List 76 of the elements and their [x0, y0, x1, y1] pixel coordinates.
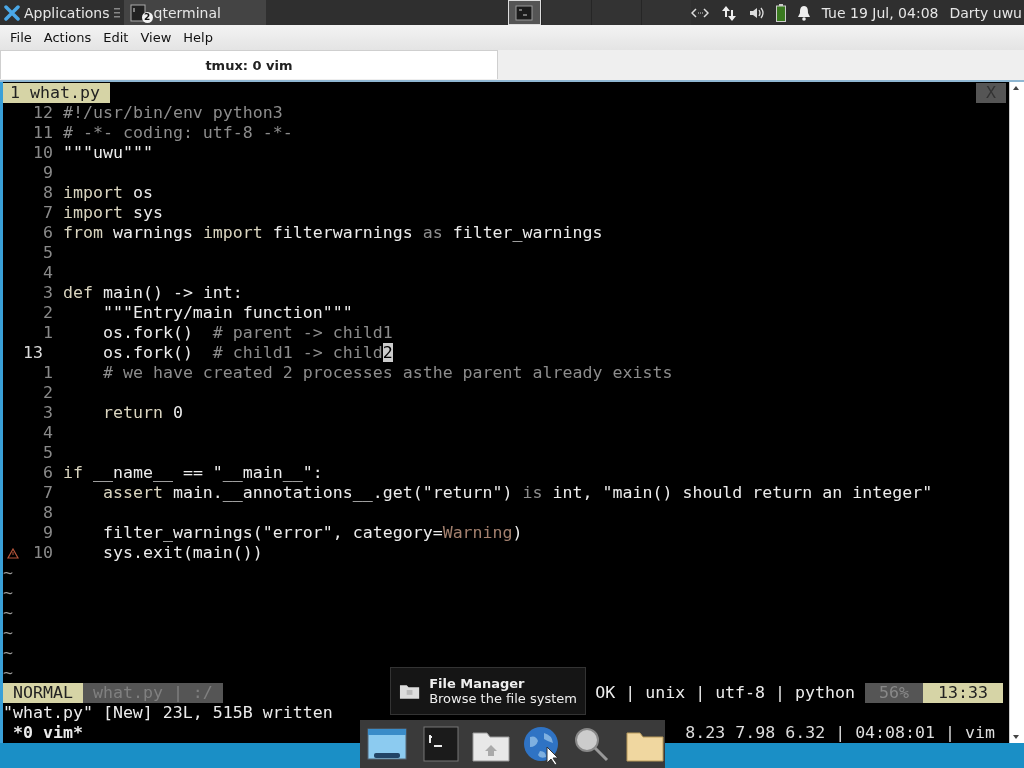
line-number: 1: [42, 323, 53, 343]
file-info: OK | unix | utf-8 | python: [595, 683, 856, 703]
menu-item[interactable]: File: [4, 28, 38, 47]
command-message: "what.py" [New] 23L, 515B written: [3, 703, 333, 723]
code-line: def main() -> int:: [63, 283, 243, 303]
code-line: from warnings import filterwarnings as filter_warnings: [63, 223, 603, 243]
line-number: 3: [42, 403, 53, 423]
line-number: 2: [42, 303, 53, 323]
terminal-icon: [515, 4, 534, 21]
code-line: os.fork() # parent -> child1: [101, 323, 393, 343]
terminal-icon: [129, 3, 146, 22]
empty-line-marker: ~: [3, 583, 13, 603]
clock[interactable]: Tue 19 Jul, 04:08: [821, 4, 939, 21]
tmux-status-info: 8.23 7.98 6.32 | 04:08:01 | vim: [685, 723, 996, 743]
line-number: 8: [42, 503, 53, 523]
line-number: 13: [23, 343, 44, 363]
line-number: 2: [42, 383, 53, 403]
user-name[interactable]: Darty uwu: [949, 4, 1022, 21]
line-number: 10: [32, 143, 53, 163]
line-number: 1: [42, 363, 53, 383]
battery-icon[interactable]: [775, 3, 786, 22]
terminal-icon: [420, 723, 462, 765]
line-number: 9: [42, 163, 53, 183]
code-line: # -*- coding: utf-8 -*-: [63, 123, 293, 143]
line-number: 3: [42, 283, 53, 303]
empty-line-marker: ~: [3, 663, 13, 683]
count-badge: 2: [141, 12, 153, 23]
cursor-position: 13:33: [923, 683, 1003, 703]
code-line: import os: [63, 183, 153, 203]
scrollbar[interactable]: [1009, 82, 1024, 743]
volume-icon[interactable]: [748, 5, 765, 20]
tooltip-title: File Manager: [429, 676, 526, 691]
empty-line-marker: ~: [3, 623, 13, 643]
bell-icon[interactable]: [796, 4, 811, 21]
code-line: # we have created 2 processes asthe parent already exists: [101, 363, 673, 383]
line-number: 8: [42, 183, 53, 203]
code-line: return 0: [101, 403, 183, 423]
menu-item[interactable]: Actions: [37, 28, 98, 47]
code-line: import sys: [63, 203, 163, 223]
line-number: 6: [42, 223, 53, 243]
line-number: 5: [42, 443, 53, 463]
code-line: sys.exit(main()): [101, 543, 263, 563]
menu-item[interactable]: Help: [177, 28, 219, 47]
empty-line-marker: ~: [3, 643, 13, 663]
line-number: 9: [42, 523, 53, 543]
buffer-tab[interactable]: 1 what.py: [3, 83, 110, 103]
x-logo-icon: [4, 4, 20, 21]
code-line: assert main.__annotations__.get("return") is int, "main() should return an integer": [101, 483, 933, 503]
menu-item[interactable]: Edit: [97, 28, 135, 47]
empty-line-marker: ~: [3, 603, 13, 623]
tmux-window-list[interactable]: *0 vim*: [3, 723, 83, 743]
line-number: 7: [42, 483, 53, 503]
line-number: 6: [42, 463, 53, 483]
code-line: """uwu""": [63, 143, 153, 163]
code-line: filter_warnings("error", category=Warning): [101, 523, 523, 543]
code-line: #!/usr/bin/env python3: [63, 103, 283, 123]
line-number: 7: [42, 203, 53, 223]
network-icon[interactable]: [690, 6, 709, 19]
line-number: 11: [32, 123, 53, 143]
line-number: 4: [42, 263, 53, 283]
menu-item[interactable]: View: [134, 28, 178, 47]
code-line: """Entry/main function""": [101, 303, 353, 323]
line-number: 10: [32, 543, 53, 563]
code-line: if __name__ == "__main__":: [63, 463, 323, 483]
line-number: 5: [42, 243, 53, 263]
code-line: os.fork() # child1 -> child2: [101, 343, 393, 363]
folder-icon: [399, 682, 421, 700]
mode-indicator: NORMAL: [3, 683, 83, 703]
empty-line-marker: ~: [3, 563, 13, 583]
line-number: 12: [32, 103, 53, 123]
menu-icon: [113, 6, 120, 19]
tooltip-description: Browse the file system: [429, 691, 577, 706]
line-number: 4: [42, 423, 53, 443]
taskbar-button[interactable]: 2 qterminal: [123, 0, 266, 25]
applications-menu[interactable]: Applications: [0, 0, 124, 25]
terminal-tab[interactable]: tmux: 0 vim: [0, 50, 498, 79]
